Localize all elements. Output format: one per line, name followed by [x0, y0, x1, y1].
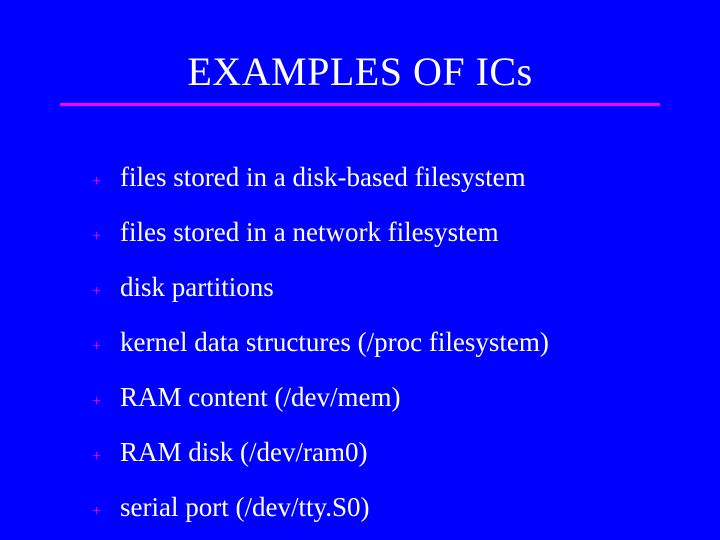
plus-icon: + [92, 449, 120, 465]
list-item: + disk partitions [92, 272, 660, 303]
slide-body: + files stored in a disk-based filesyste… [0, 106, 720, 523]
list-item-text: files stored in a network filesystem [120, 217, 499, 248]
list-item: + RAM disk (/dev/ram0) [92, 437, 660, 468]
plus-icon: + [92, 394, 120, 410]
plus-icon: + [92, 284, 120, 300]
title-area: EXAMPLES OF ICs [0, 0, 720, 106]
list-item: + files stored in a network filesystem [92, 217, 660, 248]
list-item: + serial port (/dev/tty.S0) [92, 492, 660, 523]
plus-icon: + [92, 504, 120, 520]
list-item-text: RAM content (/dev/mem) [120, 382, 400, 413]
slide-title: EXAMPLES OF ICs [187, 48, 532, 95]
plus-icon: + [92, 174, 120, 190]
plus-icon: + [92, 339, 120, 355]
list-item-text: serial port (/dev/tty.S0) [120, 492, 369, 523]
list-item-text: files stored in a disk-based filesystem [120, 162, 526, 193]
plus-icon: + [92, 229, 120, 245]
list-item-text: RAM disk (/dev/ram0) [120, 437, 367, 468]
list-item: + kernel data structures (/proc filesyst… [92, 327, 660, 358]
list-item: + RAM content (/dev/mem) [92, 382, 660, 413]
list-item-text: disk partitions [120, 272, 274, 303]
slide: EXAMPLES OF ICs + files stored in a disk… [0, 0, 720, 540]
list-item-text: kernel data structures (/proc filesystem… [120, 327, 549, 358]
list-item: + files stored in a disk-based filesyste… [92, 162, 660, 193]
